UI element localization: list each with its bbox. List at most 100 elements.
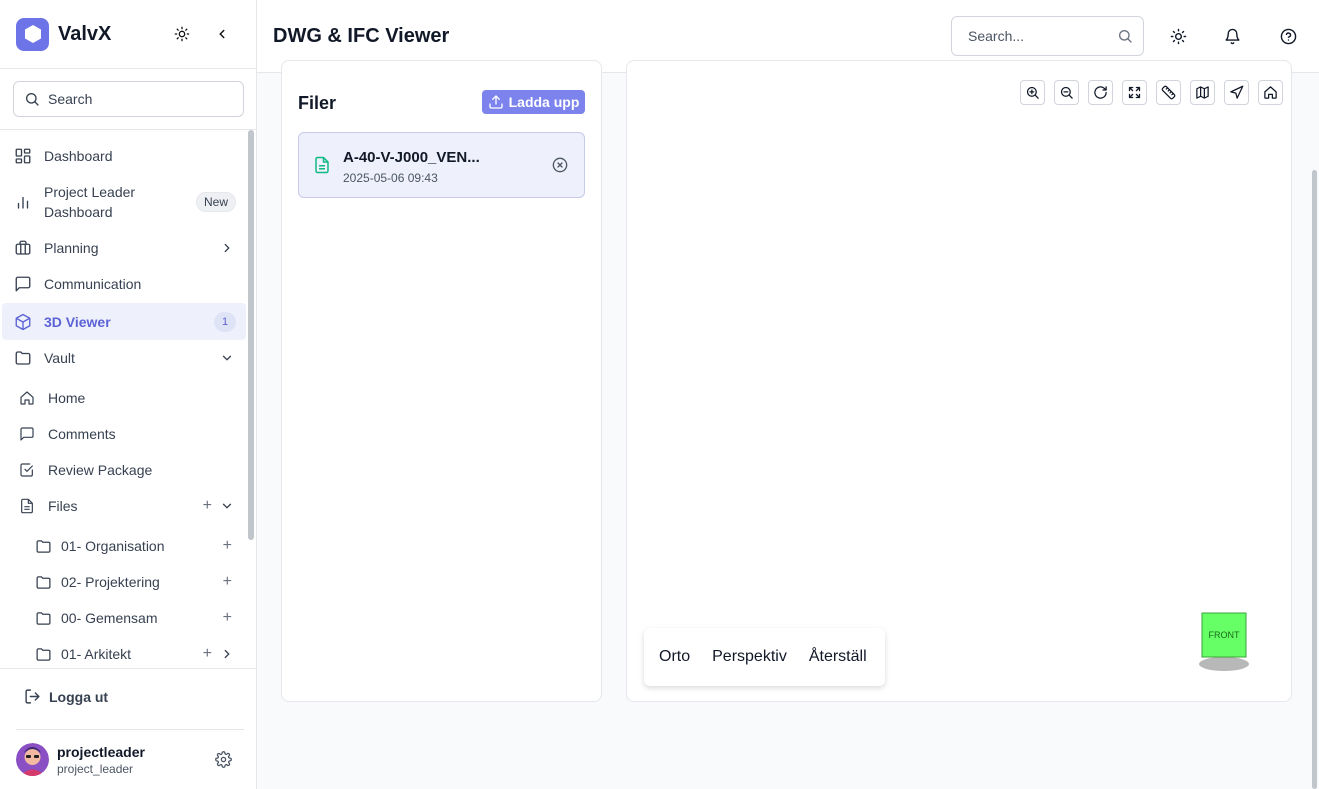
comment-icon [17,424,37,444]
sidebar-item-label: Vault [44,350,75,366]
file-text-icon [17,496,37,516]
sidebar-item-project-leader-dashboard[interactable]: Project Leader Dashboard New [2,182,246,222]
folder-item-arkitekt[interactable]: 01- Arkitekt + [2,636,246,668]
navigate-icon[interactable] [1224,80,1249,105]
theme-toggle-icon[interactable] [1167,25,1189,47]
sidebar-item-vault[interactable]: Vault [2,340,246,376]
settings-gear-icon[interactable] [215,751,232,768]
bell-icon[interactable] [1221,25,1243,47]
nav-cube-label: FRONT [1209,630,1240,640]
fullscreen-icon[interactable] [1122,80,1147,105]
add-icon[interactable]: + [223,573,232,591]
chevron-down-icon[interactable] [220,499,234,513]
folder-item-projektering[interactable]: 02- Projektering + [2,564,246,600]
remove-file-icon[interactable] [552,157,568,173]
perspective-button[interactable]: Perspektiv [712,648,787,666]
upload-label: Ladda upp [508,94,580,110]
folder-label: 00- Gemensam [61,610,158,626]
search-icon [1117,28,1133,44]
folder-icon [33,644,53,664]
sidebar-item-home[interactable]: Home [2,380,246,416]
new-badge: New [195,192,236,212]
message-square-icon [13,274,33,294]
app-name: ValvX [58,22,112,45]
folder-label: 01- Arkitekt [61,646,132,662]
chevron-right-icon[interactable] [220,241,234,255]
measure-icon[interactable] [1156,80,1181,105]
avatar [16,743,49,776]
brand-header: ValvX [0,0,256,69]
divider [0,668,256,669]
page-scrollbar[interactable] [1312,170,1317,789]
sidebar-item-review-package[interactable]: Review Package [2,452,246,488]
search-icon [24,91,40,107]
chevron-down-icon[interactable] [220,351,234,365]
header-search-input[interactable]: Search... [951,16,1144,56]
folder-icon [33,572,53,592]
sidebar-item-label: Planning [44,240,99,256]
count-badge: 1 [214,311,236,332]
label-line-1: Project Leader [44,184,136,200]
add-icon[interactable]: + [203,497,212,515]
files-panel: Filer Ladda upp A-40-V-J000_VEN... 2025-… [281,60,602,702]
sidebar-item-files[interactable]: Files + [2,488,246,524]
help-icon[interactable] [1277,25,1299,47]
folder-item-gemensam[interactable]: 00- Gemensam + [2,600,246,636]
file-name: A-40-V-J000_VEN... [343,149,480,166]
folder-icon [33,536,53,556]
sidebar-item-label: Project Leader Dashboard [44,182,135,222]
sidebar-item-label: 3D Viewer [44,313,111,330]
ortho-button[interactable]: Orto [659,648,690,666]
files-title: Filer [298,93,337,113]
theme-toggle-icon[interactable] [170,22,194,46]
reset-view-button[interactable]: Återställ [809,648,867,666]
sidebar-item-label: Comments [48,426,116,442]
sidebar-item-3d-viewer[interactable]: 3D Viewer 1 [2,303,246,340]
home-view-icon[interactable] [1258,80,1283,105]
label-line-2: Dashboard [44,204,113,220]
sidebar-item-communication[interactable]: Communication [2,266,246,302]
briefcase-icon [13,238,33,258]
divider [16,729,244,730]
folder-item-organisation[interactable]: 01- Organisation + [2,528,246,564]
sidebar-search-input[interactable]: Search [13,81,244,117]
collapse-sidebar-icon[interactable] [210,22,234,46]
add-icon[interactable]: + [203,645,212,663]
sidebar-item-label: Dashboard [44,148,113,164]
cube-icon [13,312,33,332]
bar-chart-icon [13,192,33,212]
sidebar-scrollbar[interactable] [248,130,254,540]
sidebar-item-comments[interactable]: Comments [2,416,246,452]
user-profile[interactable]: projectleader project_leader [16,743,145,776]
sidebar-nav: Dashboard Project Leader Dashboard New P… [0,130,256,668]
folder-icon [33,608,53,628]
page-title: DWG & IFC Viewer [273,25,450,47]
valvx-logo [16,17,49,51]
view-mode-toggle: Orto Perspektiv Återställ [644,628,885,686]
upload-button[interactable]: Ladda upp [482,90,585,114]
sidebar-search-placeholder: Search [48,91,93,107]
add-icon[interactable]: + [223,537,232,555]
sidebar-item-dashboard[interactable]: Dashboard [2,138,246,174]
folder-icon [13,348,33,368]
zoom-in-icon[interactable] [1020,80,1045,105]
logout-button[interactable]: Logga ut [24,688,108,705]
file-document-icon [313,155,331,175]
check-square-icon [17,460,37,480]
home-icon [17,388,37,408]
dashboard-icon [13,146,33,166]
add-icon[interactable]: + [223,609,232,627]
sidebar-item-label: Home [48,390,86,406]
folder-label: 02- Projektering [61,574,160,590]
rotate-icon[interactable] [1088,80,1113,105]
sidebar-item-planning[interactable]: Planning [2,230,246,266]
zoom-out-icon[interactable] [1054,80,1079,105]
file-date: 2025-05-06 09:43 [343,171,438,185]
logout-label: Logga ut [49,688,109,705]
map-icon[interactable] [1190,80,1215,105]
chevron-right-icon[interactable] [220,647,234,661]
folder-label: 01- Organisation [61,538,165,554]
navigation-cube[interactable]: FRONT [1199,611,1251,673]
file-list-item[interactable]: A-40-V-J000_VEN... 2025-05-06 09:43 [298,132,585,198]
header-search-placeholder: Search... [968,28,1025,44]
